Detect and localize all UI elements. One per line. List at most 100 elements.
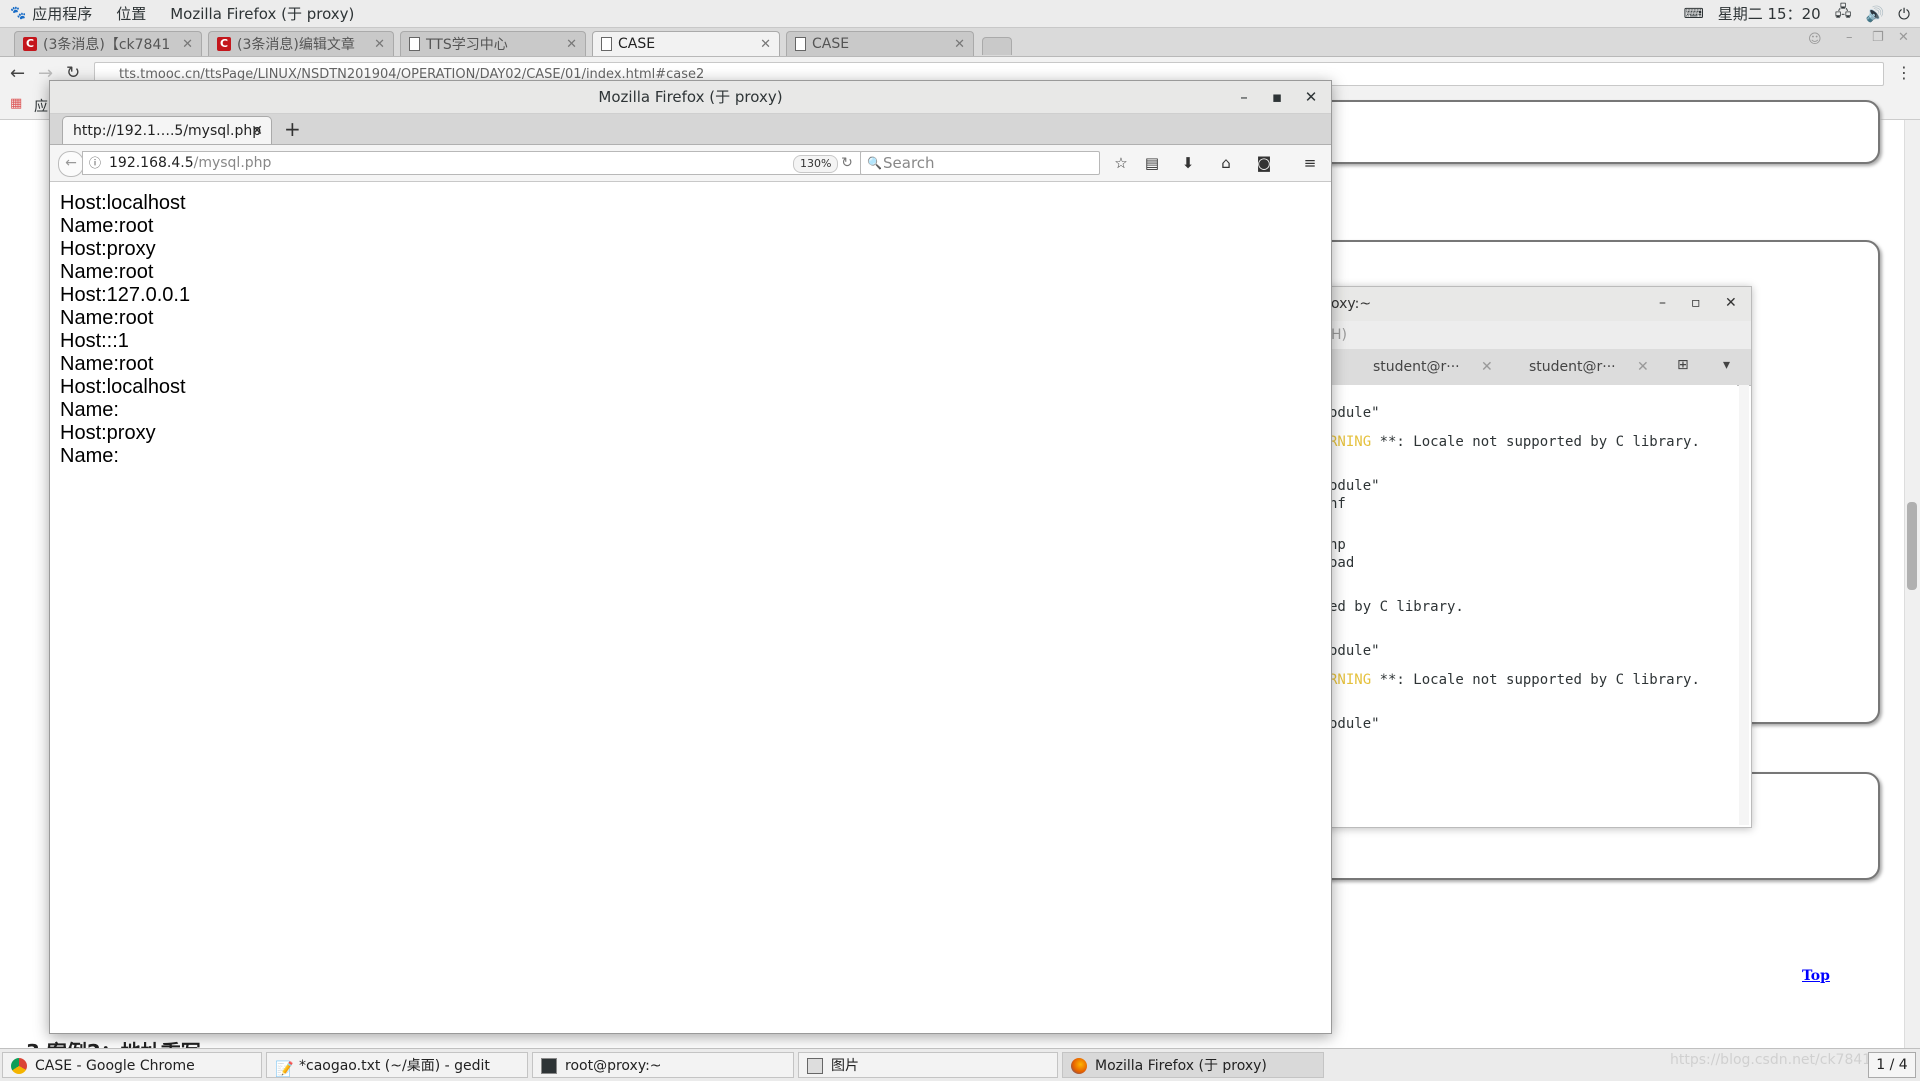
applications-menu[interactable]: 🐾 应用程序: [10, 3, 92, 24]
download-arrow-icon[interactable]: ⬇: [1174, 151, 1202, 175]
close-icon[interactable]: ✕: [954, 37, 965, 52]
new-tab-plus-icon[interactable]: +: [284, 116, 301, 142]
volume-icon[interactable]: 🔊: [1865, 5, 1884, 23]
close-icon[interactable]: ✕: [1297, 81, 1325, 113]
maximize-icon[interactable]: ▪: [1263, 81, 1291, 113]
foot-icon: 🐾: [10, 6, 27, 21]
chrome-tab-label: (3条消息)编辑文章: [237, 37, 355, 53]
gedit-icon: 📝: [275, 1060, 294, 1078]
terminal-tab[interactable]: student@r···: [1529, 359, 1616, 375]
maximize-icon[interactable]: ▫: [1691, 295, 1701, 311]
chrome-scrollbar-thumb[interactable]: [1907, 502, 1917, 590]
new-terminal-tab-icon[interactable]: ⊞: [1677, 357, 1689, 373]
minimize-icon[interactable]: –: [1659, 295, 1666, 311]
name-line: Name:root: [60, 353, 154, 375]
mysql-output: Host:localhost Name:root Host:proxy Name…: [60, 192, 190, 468]
keyboard-icon[interactable]: ⌨: [1684, 6, 1704, 22]
firefox-page-content: Host:localhost Name:root Host:proxy Name…: [50, 182, 1331, 1032]
back-arrow-icon[interactable]: ←: [58, 151, 84, 177]
taskbar-item-image-viewer[interactable]: 图片: [798, 1052, 1058, 1078]
taskbar-item-firefox[interactable]: Mozilla Firefox (于 proxy): [1062, 1052, 1324, 1078]
site-info-icon[interactable]: ⓘ: [89, 152, 101, 174]
apps-grid-icon[interactable]: ▦: [10, 96, 22, 111]
chrome-tab-label: (3条消息)【ck7841: [43, 37, 171, 53]
zoom-indicator[interactable]: 130%: [793, 155, 839, 173]
firefox-window: Mozilla Firefox (于 proxy) – ▪ ✕ http://1…: [49, 80, 1332, 1034]
host-line: Host:127.0.0.1: [60, 284, 191, 306]
taskbar-item-terminal[interactable]: root@proxy:~: [532, 1052, 794, 1078]
chrome-tab[interactable]: CASE ✕: [786, 31, 974, 56]
close-icon[interactable]: ✕: [182, 37, 193, 52]
terminal-scrollbar[interactable]: [1739, 385, 1749, 825]
taskbar-item-gedit[interactable]: 📝 *caogao.txt (~/桌面) - gedit: [266, 1052, 528, 1078]
close-icon[interactable]: ✕: [251, 117, 263, 145]
url-bar[interactable]: ⓘ 192.168.4.5/mysql.php 130% ↻: [82, 151, 862, 175]
taskbar-item-label: root@proxy:~: [565, 1058, 662, 1074]
home-icon[interactable]: ⌂: [1212, 151, 1240, 175]
apps-label[interactable]: 应: [34, 96, 48, 116]
restore-icon[interactable]: ❐: [1872, 30, 1884, 45]
chrome-tab[interactable]: TTS学习中心 ✕: [400, 31, 586, 56]
terminal-line: odule": [1329, 716, 1380, 732]
network-icon[interactable]: 🖧: [1835, 1, 1852, 26]
name-line: Name:: [60, 399, 119, 421]
search-input[interactable]: 🔍 Search: [860, 151, 1100, 175]
terminal-window: oxy:~ – ▫ ✕ H) student@r··· ✕ student@r·…: [1320, 286, 1752, 828]
minimize-icon[interactable]: –: [1846, 30, 1853, 45]
chrome-tab[interactable]: C (3条消息)【ck7841 ✕: [14, 31, 202, 56]
close-icon[interactable]: ✕: [760, 37, 771, 52]
chrome-tab[interactable]: C (3条消息)编辑文章 ✕: [208, 31, 394, 56]
close-icon[interactable]: ✕: [1725, 295, 1737, 311]
terminal-titlebar[interactable]: oxy:~ – ▫ ✕: [1321, 287, 1751, 322]
taskbar-item-label: CASE - Google Chrome: [35, 1058, 195, 1074]
active-window-title[interactable]: Mozilla Firefox (于 proxy): [170, 3, 354, 24]
reading-list-icon[interactable]: ▤: [1138, 151, 1166, 175]
terminal-line: odule": [1329, 643, 1380, 659]
terminal-line: odule": [1329, 405, 1380, 421]
chrome-icon: [11, 1058, 27, 1074]
name-line: Name:root: [60, 261, 154, 283]
host-line: Host:localhost: [60, 192, 186, 214]
firefox-window-title: Mozilla Firefox (于 proxy): [598, 88, 783, 106]
taskbar-item-chrome[interactable]: CASE - Google Chrome: [2, 1052, 262, 1078]
taskbar-item-label: *caogao.txt (~/桌面) - gedit: [299, 1058, 490, 1074]
case-box: [1280, 100, 1880, 164]
csdn-icon: C: [217, 37, 231, 51]
profile-icon[interactable]: ☺: [1808, 32, 1822, 47]
places-menu[interactable]: 位置: [116, 3, 146, 24]
terminal-line: ed by C library.: [1329, 599, 1464, 615]
firefox-tab-active[interactable]: http://192.1….5/mysql.php ✕: [62, 116, 272, 144]
terminal-tab[interactable]: student@r···: [1373, 359, 1460, 375]
top-link[interactable]: Top: [1802, 968, 1830, 984]
terminal-help-menu[interactable]: H): [1331, 327, 1347, 343]
terminal-tab-bar: student@r··· ✕ student@r··· ✕ ⊞ ▾: [1321, 349, 1751, 386]
reload-icon[interactable]: ↻: [835, 152, 859, 174]
firefox-icon: [1071, 1058, 1087, 1074]
new-tab-button[interactable]: [982, 37, 1012, 55]
close-icon[interactable]: ✕: [566, 37, 577, 52]
workspace-pager[interactable]: 1 / 4: [1868, 1052, 1916, 1078]
host-line: Host:localhost: [60, 376, 186, 398]
power-icon[interactable]: ⏻: [1898, 5, 1910, 23]
minimize-icon[interactable]: –: [1230, 81, 1258, 113]
name-line: Name:: [60, 445, 119, 467]
chrome-menu-icon[interactable]: ⋮: [1896, 63, 1912, 82]
terminal-menubar: H): [1321, 321, 1751, 349]
terminal-line: oad: [1329, 555, 1355, 571]
terminal-title: oxy:~: [1331, 296, 1372, 312]
close-icon[interactable]: ✕: [374, 37, 385, 52]
firefox-tab-bar: http://192.1….5/mysql.php ✕ +: [50, 114, 1331, 145]
close-icon[interactable]: ✕: [1481, 359, 1493, 375]
terminal-output[interactable]: odule" RNING **: Locale not supported by…: [1321, 385, 1737, 825]
hamburger-menu-icon[interactable]: ≡: [1296, 151, 1324, 175]
back-arrow-icon[interactable]: ←: [10, 63, 25, 84]
terminal-line: odule": [1329, 478, 1380, 494]
chrome-tab-active[interactable]: CASE ✕: [592, 31, 780, 56]
chevron-down-icon[interactable]: ▾: [1723, 357, 1730, 373]
bookmark-star-icon[interactable]: ☆: [1107, 151, 1135, 175]
close-icon[interactable]: ✕: [1898, 30, 1909, 45]
clock[interactable]: 星期二 15：20: [1718, 3, 1821, 24]
pocket-icon[interactable]: ◙: [1250, 151, 1278, 175]
firefox-titlebar[interactable]: Mozilla Firefox (于 proxy) – ▪ ✕: [50, 81, 1331, 114]
close-icon[interactable]: ✕: [1637, 359, 1649, 375]
